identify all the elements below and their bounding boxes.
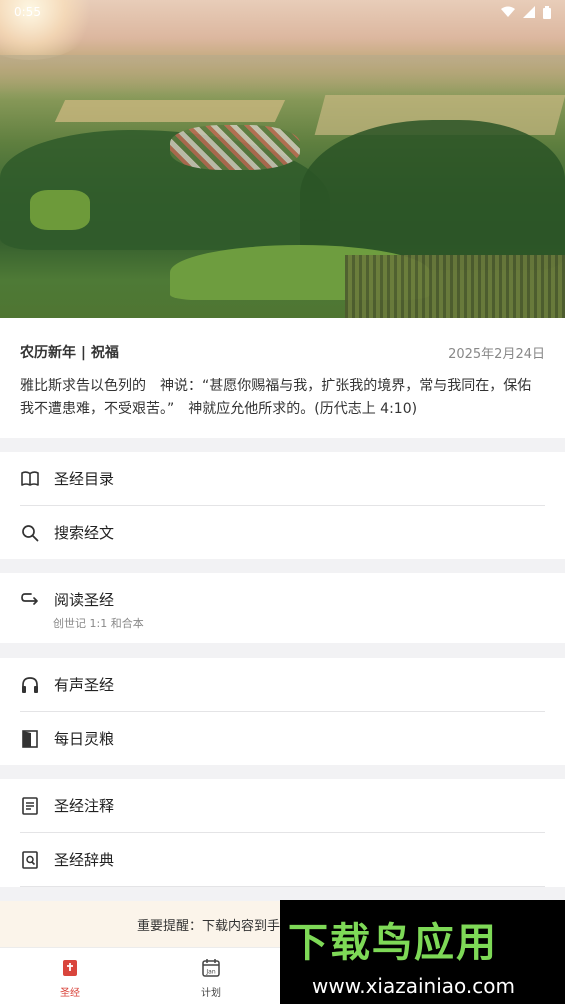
menu-item-search-verses[interactable]: 搜索经文 <box>0 506 565 559</box>
wifi-icon <box>501 6 515 17</box>
headphones-icon <box>20 675 40 695</box>
menu-group-media: 有声圣经 每日灵粮 <box>0 658 565 765</box>
menu-group-reading: 阅读圣经 创世记 1:1 和合本 <box>0 573 565 643</box>
tab-plan[interactable]: Jan 计划 <box>181 958 241 999</box>
return-arrow-icon <box>20 589 40 609</box>
menu-item-audio-bible[interactable]: 有声圣经 <box>0 658 565 711</box>
menu-item-dictionary[interactable]: 圣经辞典 <box>0 833 565 886</box>
watermark-title: 下载鸟应用 <box>288 920 498 966</box>
status-bar: 0:55 <box>0 0 565 24</box>
bible-icon <box>63 960 77 976</box>
menu-item-commentary[interactable]: 圣经注释 <box>0 779 565 832</box>
battery-icon <box>543 5 551 19</box>
watermark-url: www.xiazainiao.com <box>312 974 515 998</box>
svg-text:Jan: Jan <box>205 969 215 976</box>
notice-text: 重要提醒：下载内容到手 <box>137 918 281 934</box>
verse-text: 雅比斯求告以色列的 神说：“甚愿你赐福与我，扩张我的境界，常与我同在，保佑我不遭… <box>20 378 532 417</box>
search-icon <box>20 523 40 543</box>
verse-date: 2025年2月24日 <box>448 346 545 362</box>
calendar-icon: Jan <box>202 959 220 977</box>
door-book-icon <box>20 729 40 749</box>
tab-bible[interactable]: 圣经 <box>40 958 100 999</box>
verse-title: 农历新年 | 祝福 <box>20 345 119 361</box>
dictionary-search-icon <box>20 850 40 870</box>
hero-landscape-image <box>0 0 565 318</box>
open-book-icon <box>20 469 40 489</box>
menu-item-daily-bread[interactable]: 每日灵粮 <box>0 712 565 765</box>
reading-progress-label: 创世记 1:1 和合本 <box>53 617 144 630</box>
status-time: 0:55 <box>14 5 41 19</box>
signal-icon <box>523 6 535 18</box>
daily-verse-card[interactable]: 农历新年 | 祝福 2025年2月24日 雅比斯求告以色列的 神说：“甚愿你赐福… <box>0 318 565 438</box>
menu-item-read-bible[interactable]: 阅读圣经 创世记 1:1 和合本 <box>0 573 565 643</box>
menu-item-bible-contents[interactable]: 圣经目录 <box>0 452 565 505</box>
menu-group-study: 圣经注释 圣经辞典 <box>0 779 565 887</box>
document-icon <box>20 796 40 816</box>
watermark-logo: 下载鸟应用 www.xiazainiao.com <box>280 900 565 1004</box>
menu-group-bible: 圣经目录 搜索经文 <box>0 452 565 559</box>
